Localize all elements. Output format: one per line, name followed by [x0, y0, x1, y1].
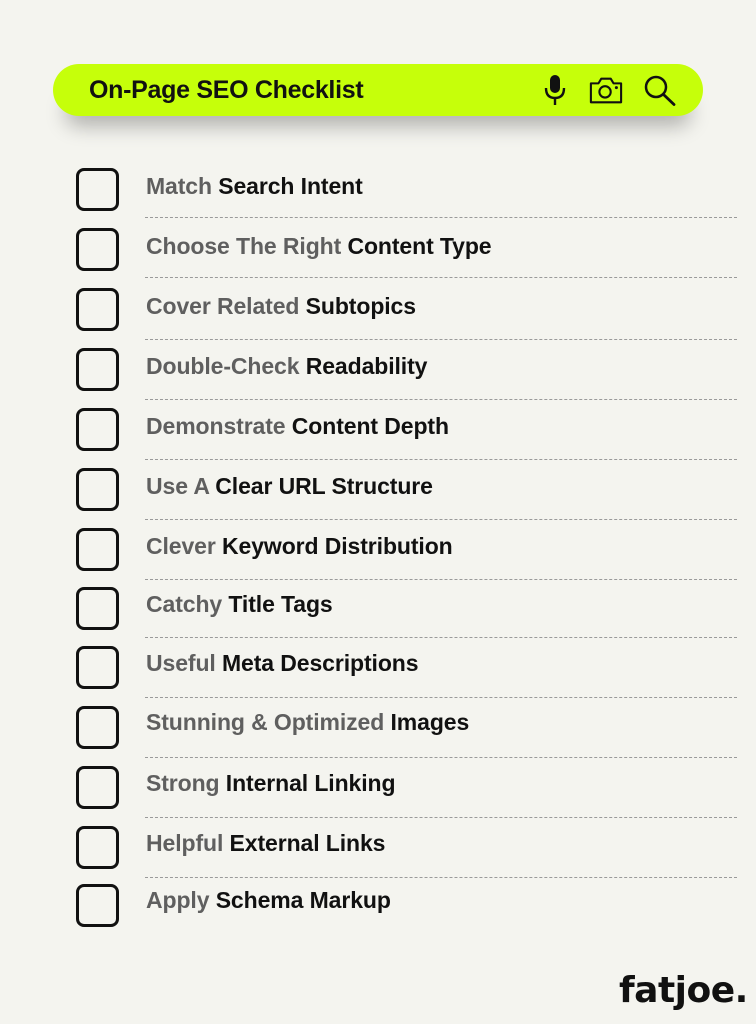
checklist-item[interactable]: Clever Keyword Distribution: [76, 528, 738, 574]
checkbox[interactable]: [76, 587, 119, 630]
item-label-emphasis: Internal Linking: [225, 770, 396, 796]
divider: [145, 757, 737, 758]
divider: [145, 637, 737, 638]
checkbox[interactable]: [76, 528, 119, 571]
checklist-item[interactable]: Demonstrate Content Depth: [76, 408, 738, 454]
fatjoe-logo: fatjoe.: [619, 970, 748, 1011]
search-icon[interactable]: [643, 74, 677, 106]
checkbox[interactable]: [76, 288, 119, 331]
divider: [145, 399, 737, 400]
checklist-item[interactable]: Apply Schema Markup: [76, 884, 738, 930]
item-label: Clever Keyword Distribution: [146, 533, 453, 560]
camera-icon[interactable]: [589, 74, 623, 106]
item-label-prefix: Match: [146, 173, 212, 199]
item-label-emphasis: External Links: [229, 830, 386, 856]
item-label: Use A Clear URL Structure: [146, 473, 433, 500]
item-label: Stunning & Optimized Images: [146, 709, 469, 736]
checkbox[interactable]: [76, 884, 119, 927]
item-label: Catchy Title Tags: [146, 591, 333, 618]
checklist-item[interactable]: Helpful External Links: [76, 826, 738, 872]
item-label: Cover Related Subtopics: [146, 293, 416, 320]
item-label: Choose The Right Content Type: [146, 233, 492, 260]
item-label-prefix: Strong: [146, 770, 220, 796]
checkbox[interactable]: [76, 348, 119, 391]
item-label-emphasis: Schema Markup: [215, 887, 391, 913]
item-label: Double-Check Readability: [146, 353, 427, 380]
item-label-emphasis: Search Intent: [218, 173, 363, 199]
item-label-prefix: Use A: [146, 473, 209, 499]
divider: [145, 697, 737, 698]
checklist-item[interactable]: Catchy Title Tags: [76, 587, 738, 633]
item-label-emphasis: Content Depth: [291, 413, 449, 439]
item-label-prefix: Cover Related: [146, 293, 300, 319]
item-label: Demonstrate Content Depth: [146, 413, 449, 440]
item-label-prefix: Useful: [146, 650, 216, 676]
divider: [145, 277, 737, 278]
checklist-item[interactable]: Cover Related Subtopics: [76, 288, 738, 334]
item-label: Useful Meta Descriptions: [146, 650, 419, 677]
checklist-item[interactable]: Strong Internal Linking: [76, 766, 738, 812]
item-label-emphasis: Clear URL Structure: [215, 473, 433, 499]
divider: [145, 459, 737, 460]
checkbox[interactable]: [76, 646, 119, 689]
item-label-emphasis: Images: [390, 709, 470, 735]
item-label-emphasis: Keyword Distribution: [222, 533, 453, 559]
search-bar-title: On-Page SEO Checklist: [89, 76, 364, 104]
item-label-emphasis: Meta Descriptions: [222, 650, 419, 676]
item-label-emphasis: Readability: [305, 353, 428, 379]
item-label: Helpful External Links: [146, 830, 385, 857]
checkbox[interactable]: [76, 766, 119, 809]
item-label: Match Search Intent: [146, 173, 363, 200]
item-label: Strong Internal Linking: [146, 770, 396, 797]
checkbox[interactable]: [76, 826, 119, 869]
divider: [145, 217, 737, 218]
item-label-emphasis: Title Tags: [228, 591, 333, 617]
item-label-prefix: Demonstrate: [146, 413, 286, 439]
checkbox[interactable]: [76, 228, 119, 271]
search-bar[interactable]: On-Page SEO Checklist: [53, 64, 703, 116]
item-label-prefix: Double-Check: [146, 353, 300, 379]
checklist-item[interactable]: Use A Clear URL Structure: [76, 468, 738, 514]
checklist-item[interactable]: Double-Check Readability: [76, 348, 738, 394]
checklist-item[interactable]: Useful Meta Descriptions: [76, 646, 738, 692]
item-label-prefix: Catchy: [146, 591, 223, 617]
item-label-prefix: Helpful: [146, 830, 224, 856]
divider: [145, 817, 737, 818]
divider: [145, 579, 737, 580]
item-label-prefix: Clever: [146, 533, 216, 559]
checkbox[interactable]: [76, 706, 119, 749]
checkbox[interactable]: [76, 468, 119, 511]
item-label-emphasis: Subtopics: [305, 293, 416, 319]
checkbox[interactable]: [76, 408, 119, 451]
checklist-item[interactable]: Choose The Right Content Type: [76, 228, 738, 274]
item-label-emphasis: Content Type: [347, 233, 492, 259]
divider: [145, 877, 737, 878]
checklist-item[interactable]: Match Search Intent: [76, 168, 738, 214]
checklist-item[interactable]: Stunning & Optimized Images: [76, 706, 738, 752]
item-label-prefix: Choose The Right: [146, 233, 342, 259]
item-label: Apply Schema Markup: [146, 887, 391, 914]
microphone-icon[interactable]: [538, 74, 572, 106]
item-label-prefix: Apply: [146, 887, 210, 913]
divider: [145, 519, 737, 520]
divider: [145, 339, 737, 340]
checkbox[interactable]: [76, 168, 119, 211]
item-label-prefix: Stunning & Optimized: [146, 709, 385, 735]
